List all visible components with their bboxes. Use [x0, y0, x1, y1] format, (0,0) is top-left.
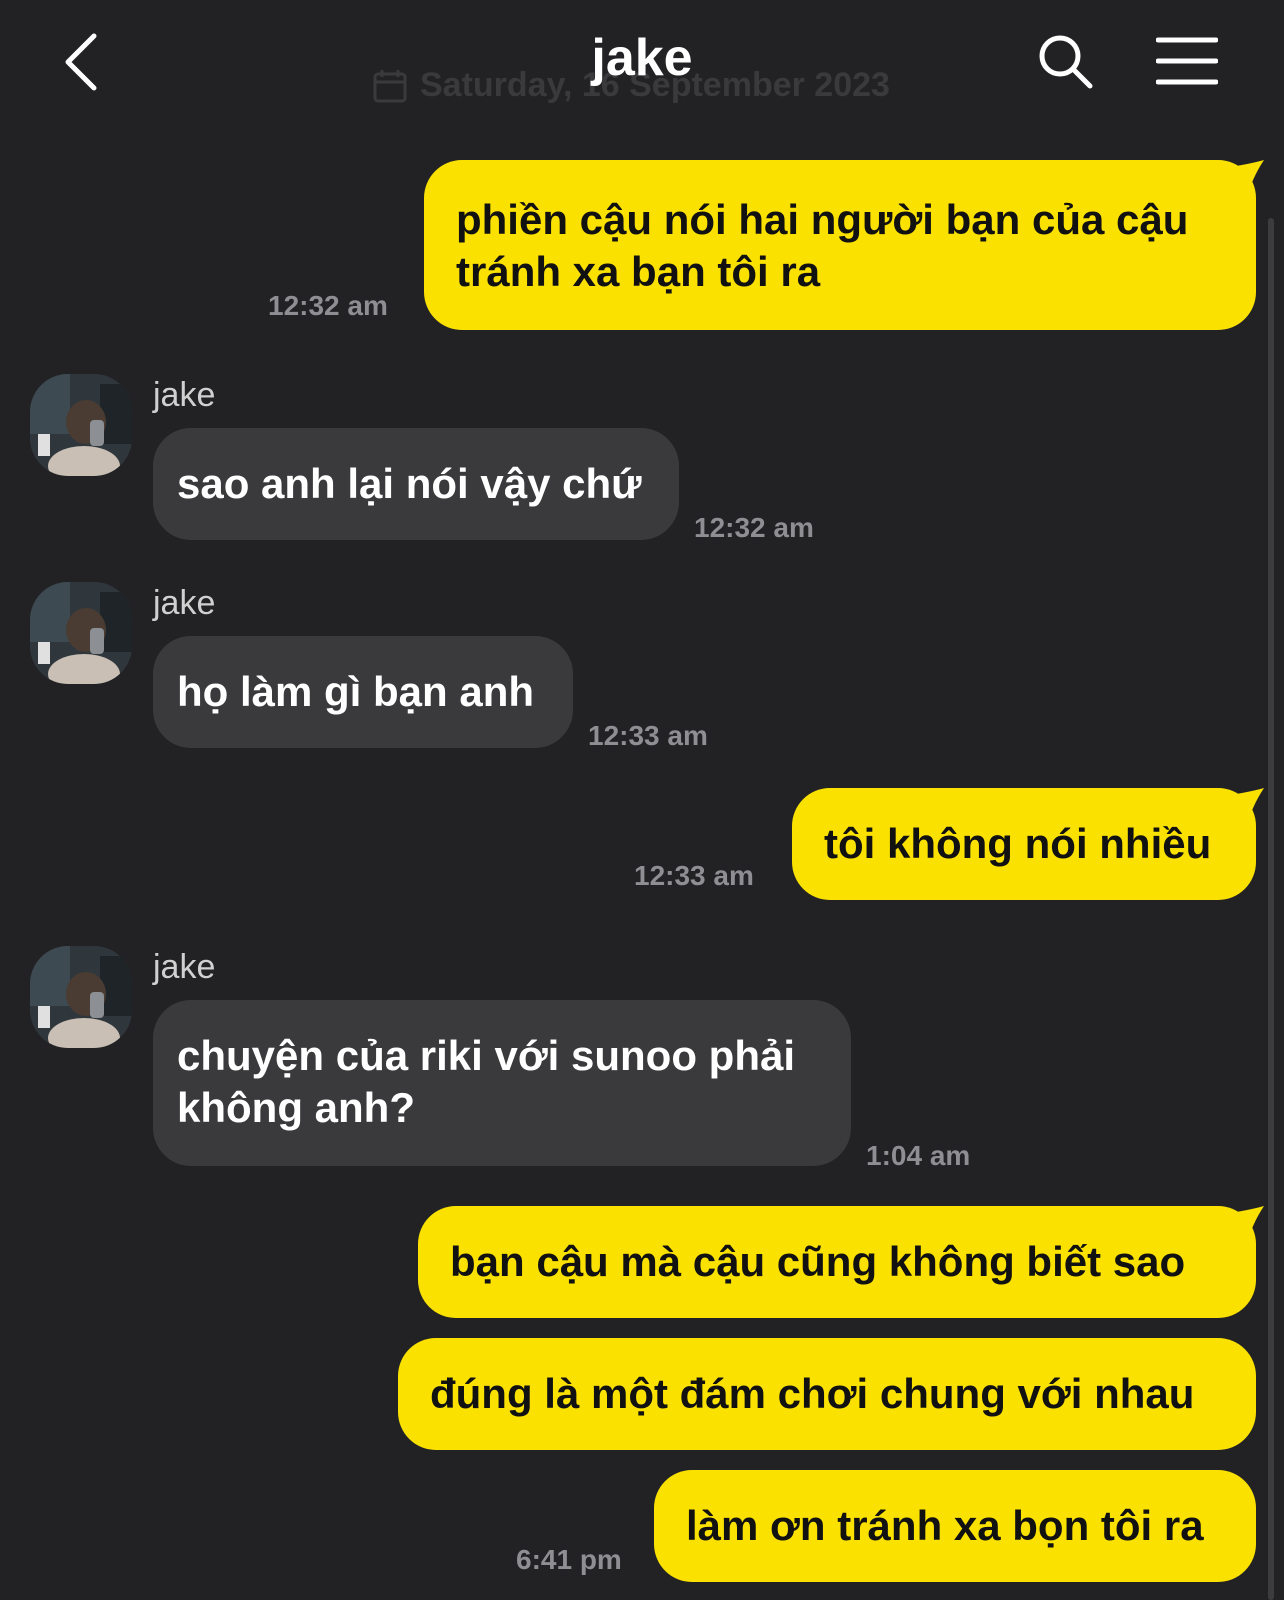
- message-time: 12:32 am: [694, 512, 814, 543]
- hamburger-menu-icon[interactable]: [1156, 36, 1218, 86]
- message-bubble[interactable]: phiền cậu nói hai người bạn của cậu trán…: [424, 160, 1256, 330]
- message-time: 12:33 am: [634, 860, 754, 891]
- sender-name: jake: [153, 584, 216, 622]
- avatar[interactable]: [30, 946, 132, 1048]
- message-bubble[interactable]: chuyện của riki với sunoo phải không anh…: [153, 1000, 851, 1166]
- message-bubble[interactable]: họ làm gì bạn anh: [153, 636, 573, 748]
- avatar[interactable]: [30, 374, 132, 476]
- avatar-photo: [30, 946, 132, 1048]
- message-bubble[interactable]: làm ơn tránh xa bọn tôi ra: [654, 1470, 1256, 1582]
- sender-name: jake: [153, 376, 216, 414]
- message-bubble[interactable]: bạn cậu mà cậu cũng không biết sao: [418, 1206, 1256, 1318]
- avatar[interactable]: [30, 582, 132, 684]
- message-bubble[interactable]: đúng là một đám chơi chung với nhau: [398, 1338, 1256, 1450]
- avatar-photo: [30, 582, 132, 684]
- sender-name: jake: [153, 948, 216, 986]
- message-time: 12:32 am: [268, 290, 388, 321]
- avatar-photo: [30, 374, 132, 476]
- message-bubble[interactable]: sao anh lại nói vậy chứ: [153, 428, 679, 540]
- message-time: 1:04 am: [866, 1140, 971, 1171]
- message-bubble[interactable]: tôi không nói nhiều: [792, 788, 1256, 900]
- search-icon[interactable]: [1036, 32, 1094, 90]
- chat-header: Saturday, 16 September 2023 jake: [0, 0, 1284, 130]
- message-time: 12:33 am: [588, 720, 708, 751]
- scrollbar[interactable]: [1268, 218, 1274, 1600]
- message-time: 6:41 pm: [516, 1544, 622, 1575]
